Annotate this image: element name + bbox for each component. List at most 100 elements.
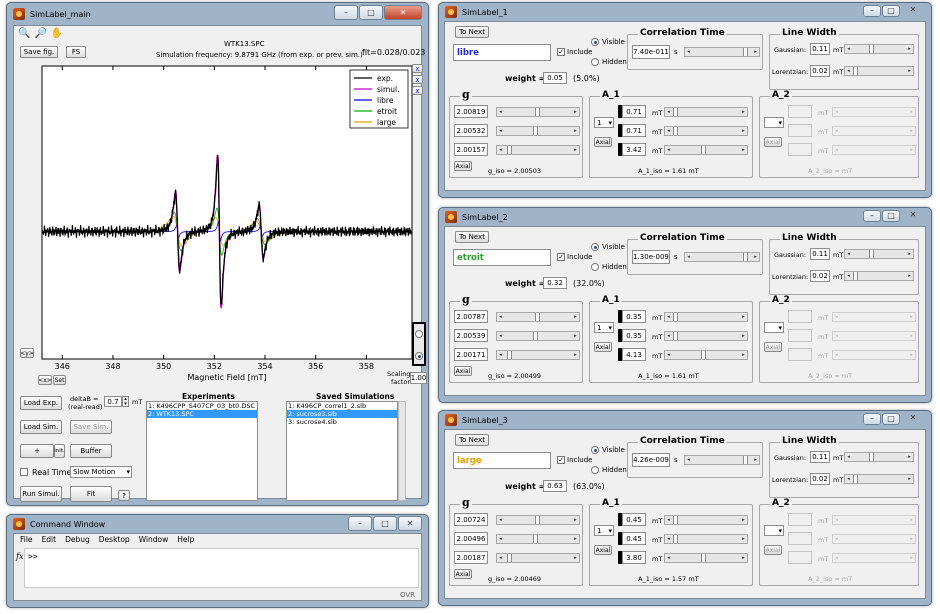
menu-desktop[interactable]: Desktop — [99, 534, 130, 546]
minimize-button[interactable]: – — [348, 516, 372, 531]
a1-slider-3[interactable]: ◂ ▸ — [664, 145, 748, 155]
menu-help[interactable]: Help — [177, 534, 194, 546]
a2-select[interactable] — [764, 117, 784, 128]
correlation-time-slider[interactable]: ◂ ▸ — [684, 252, 760, 262]
help-button[interactable]: ? — [118, 490, 130, 501]
weight-input[interactable]: 0.05 — [543, 72, 567, 84]
load-exp-button[interactable]: Load Exp. — [20, 396, 62, 410]
fit-button[interactable]: Fit — [70, 486, 112, 502]
a1-slider-2[interactable]: ◂ ▸ — [664, 534, 748, 544]
hidden-radio[interactable] — [591, 58, 599, 66]
run-simul-button[interactable]: Run Simul. — [20, 486, 62, 502]
a1-value-2[interactable]: 0.71 — [622, 124, 646, 137]
close-button[interactable]: ✕ — [398, 516, 422, 531]
load-sim-button[interactable]: Load Sim. — [20, 420, 62, 434]
maximize-button[interactable]: □ — [373, 516, 397, 531]
minimize-button[interactable]: – — [863, 5, 881, 17]
list-item[interactable]: 2: WTK13.SPC — [147, 410, 257, 418]
a1-value-3[interactable]: 3.80 — [622, 551, 646, 564]
hidden-radio[interactable] — [591, 263, 599, 271]
lorentzian-slider[interactable]: ◂ ▸ — [844, 474, 914, 484]
a2-select[interactable] — [764, 322, 784, 333]
a1-slider-2[interactable]: ◂ ▸ — [664, 126, 748, 136]
g-value-1[interactable]: 2.00819 — [454, 105, 488, 118]
menu-edit[interactable]: Edit — [42, 534, 57, 546]
gaussian-slider[interactable]: ◂ ▸ — [844, 452, 914, 462]
include-checkbox[interactable]: ✓ — [557, 48, 565, 56]
g-value-2[interactable]: 2.00539 — [454, 329, 488, 342]
zoom-out-icon[interactable]: 🔎 — [34, 28, 46, 39]
g-value-2[interactable]: 2.00496 — [454, 532, 488, 545]
pan-hand-icon[interactable]: ✋ — [51, 28, 63, 39]
g-slider-3[interactable]: ◂ ▸ — [496, 145, 580, 155]
a1-select[interactable]: 1 — [594, 525, 614, 536]
lorentzian-input[interactable]: 0.02 — [810, 473, 830, 485]
a1-axial-button[interactable]: Axial — [594, 342, 612, 352]
a1-slider-1[interactable]: ◂ ▸ — [664, 515, 748, 525]
save-fig-button[interactable]: Save fig. — [20, 46, 58, 58]
include-checkbox[interactable]: ✓ — [557, 253, 565, 261]
menu-window[interactable]: Window — [139, 534, 169, 546]
x-axis-zoom-button[interactable]: <x> — [38, 375, 52, 385]
lorentzian-slider[interactable]: ◂ ▸ — [844, 271, 914, 281]
maximize-button[interactable]: □ — [882, 5, 900, 17]
visible-radio[interactable] — [591, 446, 599, 454]
a1-slider-3[interactable]: ◂ ▸ — [664, 553, 748, 563]
g-value-3[interactable]: 2.00187 — [454, 551, 488, 564]
to-next-button[interactable]: To Next — [455, 231, 489, 243]
gaussian-input[interactable]: 0.11 — [810, 248, 830, 260]
a1-slider-1[interactable]: ◂ ▸ — [664, 312, 748, 322]
saved-list-scrollbar[interactable] — [398, 401, 406, 501]
deltab-input[interactable]: 0.7 — [104, 396, 122, 407]
g-axial-button[interactable]: Axial — [454, 366, 472, 376]
x-small-button-3[interactable]: x — [412, 86, 423, 95]
experiments-list[interactable]: 1: K496CPP_S407CP_03_bt0.DSC 2: WTK13.SP… — [146, 401, 258, 501]
label-name-input[interactable]: large — [453, 452, 551, 469]
a1-axial-button[interactable]: Axial — [594, 545, 612, 555]
a1-value-3[interactable]: 3.42 — [622, 143, 646, 156]
minimize-button[interactable]: – — [334, 5, 358, 20]
motion-select[interactable]: Slow Motion — [70, 466, 132, 478]
g-value-3[interactable]: 2.00157 — [454, 143, 488, 156]
hidden-radio[interactable] — [591, 466, 599, 474]
fs-button[interactable]: FS — [66, 46, 86, 58]
correlation-time-slider[interactable]: ◂ ▸ — [684, 455, 760, 465]
minimize-button[interactable]: – — [863, 413, 881, 425]
g-value-1[interactable]: 2.00787 — [454, 310, 488, 323]
a1-value-1[interactable]: 0.71 — [622, 105, 646, 118]
correlation-time-input[interactable]: 1.30e-009 — [632, 250, 670, 264]
g-slider-2[interactable]: ◂ ▸ — [496, 534, 580, 544]
a1-axial-button[interactable]: Axial — [594, 137, 612, 147]
lorentzian-slider[interactable]: ◂ ▸ — [844, 66, 914, 76]
a1-value-2[interactable]: 0.35 — [622, 329, 646, 342]
a1-select[interactable]: 1 — [594, 117, 614, 128]
maximize-button[interactable]: □ — [882, 210, 900, 222]
scaling-radio-2[interactable] — [415, 352, 423, 360]
label-name-input[interactable]: etroit — [453, 249, 551, 266]
x-small-button-2[interactable]: x — [412, 75, 423, 84]
a1-select[interactable]: 1 — [594, 322, 614, 333]
scaling-value[interactable]: 1.00 — [410, 372, 427, 384]
list-item[interactable]: 1: K496CP_correl1_2.slb — [287, 402, 397, 410]
a2-select[interactable] — [764, 525, 784, 536]
visible-radio[interactable] — [591, 38, 599, 46]
maximize-button[interactable]: □ — [359, 5, 383, 20]
to-next-button[interactable]: To Next — [455, 26, 489, 38]
zoom-in-icon[interactable]: 🔍 — [18, 28, 30, 39]
list-item[interactable]: 1: K496CPP_S407CP_03_bt0.DSC — [147, 402, 257, 410]
g-value-2[interactable]: 2.00532 — [454, 124, 488, 137]
x-small-button-1[interactable]: x — [412, 64, 423, 73]
buffer-button[interactable]: Buffer — [70, 444, 112, 458]
menu-debug[interactable]: Debug — [65, 534, 90, 546]
g-slider-1[interactable]: ◂ ▸ — [496, 312, 580, 322]
lorentzian-input[interactable]: 0.02 — [810, 270, 830, 282]
list-item[interactable]: 2: sucrose3.slb — [287, 410, 397, 418]
a1-slider-1[interactable]: ◂ ▸ — [664, 107, 748, 117]
correlation-time-slider[interactable]: ◂ ▸ — [684, 47, 760, 57]
scaling-slider[interactable] — [412, 322, 426, 366]
gaussian-input[interactable]: 0.11 — [810, 451, 830, 463]
visible-radio[interactable] — [591, 243, 599, 251]
a1-value-3[interactable]: 4.13 — [622, 348, 646, 361]
g-slider-3[interactable]: ◂ ▸ — [496, 553, 580, 563]
to-next-button[interactable]: To Next — [455, 434, 489, 446]
